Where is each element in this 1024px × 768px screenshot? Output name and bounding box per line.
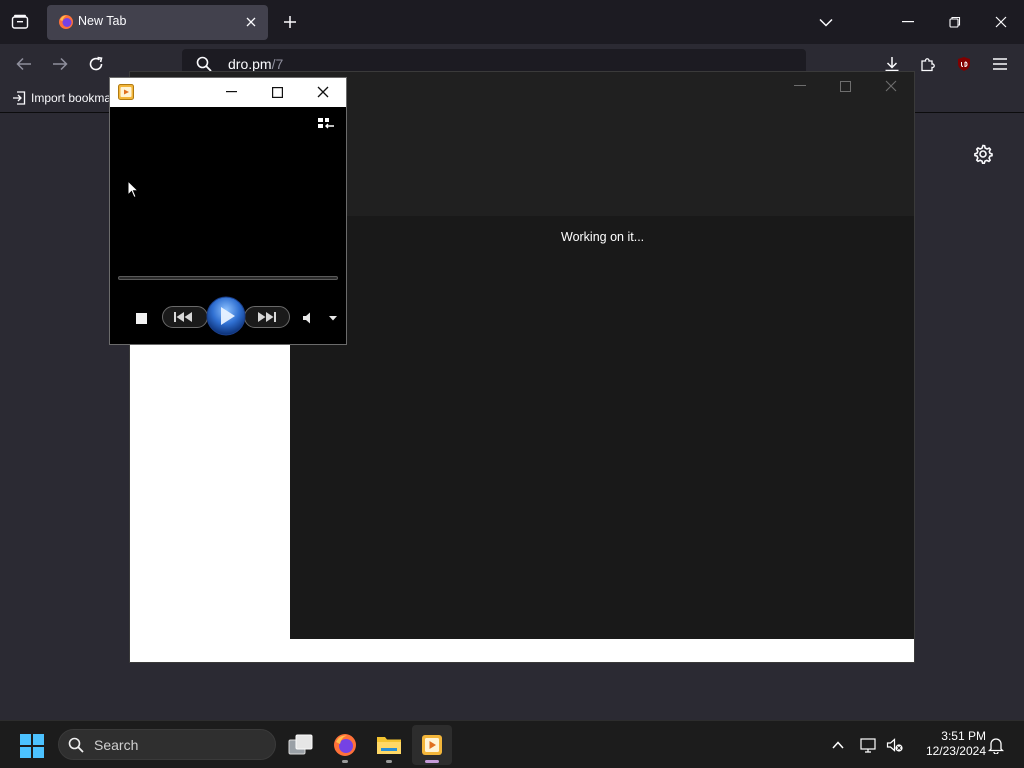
maximize-icon bbox=[271, 86, 283, 98]
clock-date: 12/23/2024 bbox=[925, 744, 986, 758]
task-view-icon bbox=[288, 734, 313, 755]
gear-icon[interactable] bbox=[972, 143, 994, 165]
media-player-taskbar-button[interactable] bbox=[412, 725, 452, 765]
active-indicator bbox=[425, 760, 439, 763]
minimize-icon bbox=[902, 21, 914, 23]
now-playing-close-button[interactable] bbox=[308, 81, 338, 103]
stop-button[interactable] bbox=[134, 311, 148, 325]
close-icon bbox=[995, 16, 1007, 28]
media-player-maximize-button[interactable] bbox=[830, 76, 860, 96]
search-icon bbox=[196, 56, 212, 72]
now-playing-maximize-button[interactable] bbox=[262, 81, 292, 103]
folder-icon bbox=[377, 737, 401, 754]
tab-title: New Tab bbox=[78, 14, 127, 28]
minimize-icon bbox=[794, 85, 806, 86]
taskbar: Search 3:51 PM 12/23/2024 bbox=[0, 720, 1024, 768]
speaker-icon[interactable] bbox=[300, 310, 316, 326]
browser-minimize-button[interactable] bbox=[893, 10, 923, 34]
arrow-left-icon bbox=[16, 57, 31, 71]
minimize-icon bbox=[225, 91, 237, 93]
media-player-app-icon bbox=[118, 84, 134, 100]
firefox-icon bbox=[334, 734, 356, 756]
loading-status: Working on it... bbox=[561, 230, 645, 244]
browser-restore-button[interactable] bbox=[940, 10, 970, 34]
new-tab-button[interactable] bbox=[279, 11, 301, 33]
maximize-icon bbox=[839, 80, 851, 92]
notifications-button[interactable] bbox=[986, 735, 1006, 755]
network-icon bbox=[860, 738, 876, 753]
extensions-button[interactable] bbox=[916, 52, 940, 76]
close-icon bbox=[317, 86, 329, 98]
next-button[interactable] bbox=[244, 306, 290, 328]
system-clock[interactable]: 3:51 PM 12/23/2024 bbox=[914, 729, 986, 759]
play-button[interactable] bbox=[206, 296, 246, 336]
now-playing-titlebar[interactable] bbox=[110, 78, 346, 107]
running-indicator bbox=[342, 760, 348, 763]
mouse-pointer-icon bbox=[127, 180, 139, 199]
list-all-tabs-button[interactable] bbox=[815, 12, 837, 32]
ublock-shield-icon bbox=[958, 57, 970, 71]
video-area[interactable] bbox=[110, 107, 346, 344]
file-explorer-taskbar-button[interactable] bbox=[369, 725, 409, 765]
switch-to-library-icon[interactable] bbox=[316, 116, 336, 132]
media-player-minimize-button[interactable] bbox=[785, 76, 815, 96]
url-path: /7 bbox=[271, 56, 284, 72]
import-icon bbox=[13, 91, 26, 105]
tab-new-tab[interactable]: New Tab bbox=[47, 5, 268, 40]
stop-icon bbox=[135, 312, 147, 324]
reload-button[interactable] bbox=[84, 52, 108, 76]
puzzle-icon bbox=[921, 58, 935, 72]
media-player-close-button[interactable] bbox=[876, 76, 906, 96]
ublock-extension-button[interactable] bbox=[952, 52, 976, 76]
network-tray-button[interactable] bbox=[859, 735, 879, 755]
taskbar-search[interactable]: Search bbox=[58, 729, 276, 760]
close-icon bbox=[885, 80, 897, 92]
url-host: dro.pm bbox=[228, 56, 272, 72]
firefox-favicon-icon bbox=[59, 15, 73, 29]
volume-dropdown-icon[interactable] bbox=[327, 312, 339, 324]
start-button[interactable] bbox=[16, 731, 48, 761]
library-pane: Working on it... bbox=[290, 216, 914, 639]
now-playing-minimize-button[interactable] bbox=[216, 81, 246, 103]
reload-icon bbox=[89, 56, 103, 71]
firefox-view-button[interactable] bbox=[6, 9, 34, 35]
firefox-view-icon bbox=[11, 14, 29, 29]
clock-time: 3:51 PM bbox=[941, 729, 986, 743]
seek-bar[interactable] bbox=[118, 276, 338, 280]
browser-close-button[interactable] bbox=[986, 10, 1016, 34]
windows-logo-icon bbox=[20, 734, 44, 758]
chevron-up-icon bbox=[832, 741, 844, 749]
bell-icon bbox=[988, 737, 1004, 754]
download-icon bbox=[885, 57, 899, 72]
volume-tray-button[interactable] bbox=[885, 735, 905, 755]
media-player-icon bbox=[422, 735, 442, 755]
back-button[interactable] bbox=[12, 52, 36, 76]
now-playing-window bbox=[110, 78, 346, 344]
previous-button[interactable] bbox=[162, 306, 208, 328]
speaker-muted-icon bbox=[886, 738, 903, 752]
plus-icon bbox=[284, 16, 296, 28]
task-view-button[interactable] bbox=[281, 725, 321, 765]
search-label: Search bbox=[94, 737, 139, 753]
show-hidden-icons-button[interactable] bbox=[828, 735, 848, 755]
restore-icon bbox=[949, 16, 961, 28]
hamburger-menu-icon bbox=[993, 58, 1007, 70]
chevron-down-icon bbox=[819, 18, 833, 27]
running-indicator bbox=[386, 760, 392, 763]
forward-button[interactable] bbox=[48, 52, 72, 76]
firefox-taskbar-button[interactable] bbox=[325, 725, 365, 765]
tab-strip: New Tab bbox=[0, 0, 1024, 44]
close-icon bbox=[246, 17, 256, 27]
arrow-right-icon bbox=[53, 57, 68, 71]
url-text: dro.pm/7 bbox=[228, 56, 283, 72]
search-icon bbox=[68, 737, 84, 753]
tab-close-button[interactable] bbox=[243, 14, 259, 30]
app-menu-button[interactable] bbox=[988, 52, 1012, 76]
